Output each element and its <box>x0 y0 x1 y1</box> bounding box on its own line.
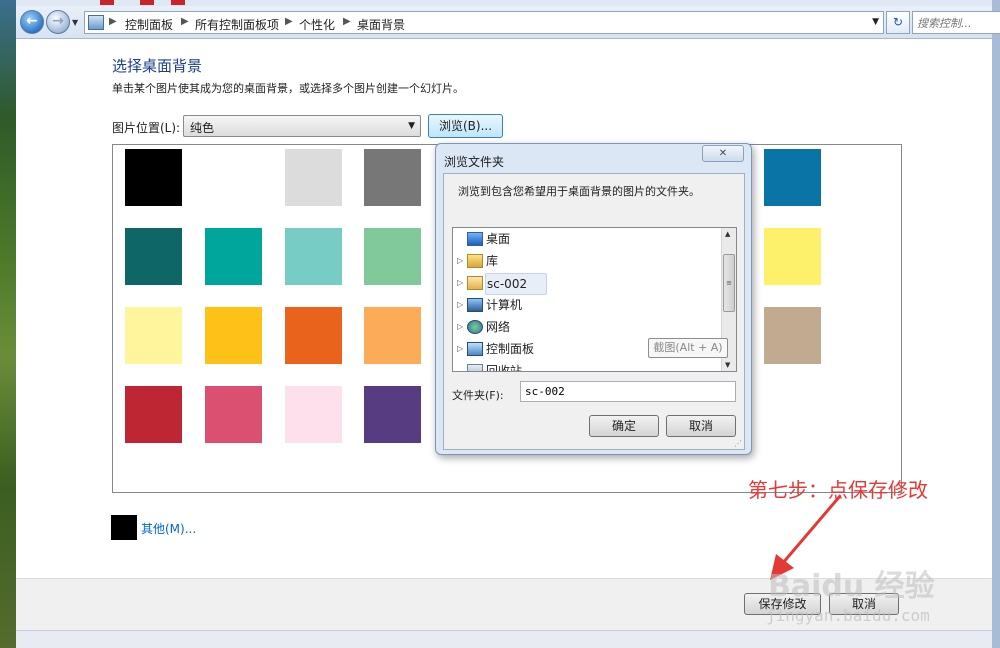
back-arrow-icon: ← <box>26 13 38 29</box>
chevron-down-icon: ▼ <box>408 121 415 131</box>
toolbar-icon <box>140 0 154 5</box>
toolbar-icon <box>100 0 114 5</box>
forward-button[interactable]: → <box>46 10 70 34</box>
screenshot-tooltip: 截图(Alt + A) <box>648 338 728 358</box>
tree-item-label: 库 <box>486 254 499 268</box>
tree-item-recycle-bin[interactable]: 回收站 <box>453 361 713 372</box>
tree-item-library[interactable]: ▷ 库 <box>453 251 713 271</box>
address-dropdown-icon[interactable]: ▼ <box>872 17 879 27</box>
color-swatch[interactable] <box>285 228 342 285</box>
tree-expander-icon[interactable]: ▷ <box>457 317 463 337</box>
tree-expander-icon[interactable]: ▷ <box>457 273 463 293</box>
watermark-url: jingyan.baidu.com <box>766 606 930 625</box>
scroll-up-icon[interactable]: ▲ <box>725 230 730 238</box>
color-swatch[interactable] <box>125 149 182 206</box>
user-folder-icon <box>467 276 483 290</box>
desktop-icon <box>467 232 483 246</box>
dialog-title: 浏览文件夹 <box>444 155 505 169</box>
dialog-body: 浏览到包含您希望用于桌面背景的图片的文件夹。 桌面 ▷ 库 ▷ sc-002 ▷… <box>443 173 745 450</box>
computer-icon <box>467 298 483 312</box>
tree-item-desktop[interactable]: 桌面 <box>453 229 713 249</box>
scrollbar-thumb[interactable]: ≡ <box>723 254 735 312</box>
page-title: 选择桌面背景 <box>112 57 203 75</box>
browse-button[interactable]: 浏览(B)... <box>428 114 503 138</box>
dialog-close-button[interactable]: ✕ <box>702 145 744 162</box>
tree-item-label: 网络 <box>486 320 511 334</box>
dialog-description: 浏览到包含您希望用于桌面背景的图片的文件夹。 <box>458 185 700 198</box>
color-swatch[interactable] <box>205 149 262 206</box>
breadcrumb-item[interactable]: 桌面背景 <box>357 16 405 33</box>
color-swatch[interactable] <box>285 149 342 206</box>
ok-button[interactable]: 确定 <box>589 415 659 437</box>
tree-expander-icon[interactable]: ▷ <box>457 251 463 271</box>
color-swatch[interactable] <box>285 307 342 364</box>
tree-item-label: sc-002 <box>485 273 547 295</box>
desktop-background-right <box>992 0 1000 648</box>
breadcrumb-separator-icon[interactable]: ▶ <box>343 16 351 27</box>
picture-location-value: 纯色 <box>190 121 215 135</box>
forward-arrow-icon: → <box>52 13 64 29</box>
tree-item-user-folder[interactable]: ▷ sc-002 <box>453 273 713 295</box>
color-swatch[interactable] <box>285 386 342 443</box>
color-swatch[interactable] <box>125 307 182 364</box>
folder-label: 文件夹(F): <box>452 389 504 402</box>
desktop-background-left <box>0 0 16 648</box>
color-swatch[interactable] <box>764 149 821 206</box>
breadcrumb-item[interactable]: 控制面板 <box>125 16 173 33</box>
folder-field[interactable] <box>520 381 736 402</box>
picture-location-select[interactable]: 纯色 ▼ <box>183 115 421 137</box>
color-swatch[interactable] <box>205 307 262 364</box>
page-description: 单击某个图片使其成为您的桌面背景，或选择多个图片创建一个幻灯片。 <box>112 82 464 95</box>
color-swatch[interactable] <box>125 386 182 443</box>
refresh-button[interactable]: ↻ <box>886 11 910 34</box>
tree-item-label: 控制面板 <box>486 342 535 356</box>
control-panel-icon <box>467 342 483 356</box>
color-swatch[interactable] <box>764 228 821 285</box>
status-bar <box>16 630 992 648</box>
color-swatch[interactable] <box>764 307 821 364</box>
color-swatch[interactable] <box>205 228 262 285</box>
breadcrumb-item[interactable]: 所有控制面板项 <box>195 16 279 33</box>
back-button[interactable]: ← <box>20 10 44 34</box>
toolbar-icon <box>171 0 185 5</box>
refresh-icon: ↻ <box>892 15 904 29</box>
network-icon <box>467 320 483 334</box>
scroll-down-icon[interactable]: ▼ <box>725 361 730 369</box>
browse-folder-dialog: 浏览文件夹 ✕ 浏览到包含您希望用于桌面背景的图片的文件夹。 桌面 ▷ 库 ▷ … <box>435 143 752 455</box>
tree-item-network[interactable]: ▷ 网络 <box>453 317 713 337</box>
search-box[interactable]: ⌕ <box>912 11 1000 34</box>
tree-expander-icon[interactable]: ▷ <box>457 339 463 359</box>
breadcrumb-separator-icon[interactable]: ▶ <box>181 16 189 27</box>
tree-item-label: 桌面 <box>486 232 511 246</box>
breadcrumb-item[interactable]: 个性化 <box>299 16 335 33</box>
tree-expander-icon[interactable]: ▷ <box>457 295 463 315</box>
close-icon: ✕ <box>718 148 728 159</box>
tree-item-computer[interactable]: ▷ 计算机 <box>453 295 713 315</box>
color-swatch[interactable] <box>125 228 182 285</box>
breadcrumb-separator-icon[interactable]: ▶ <box>285 16 293 27</box>
recycle-bin-icon <box>467 364 483 371</box>
color-swatch[interactable] <box>205 386 262 443</box>
color-swatch[interactable] <box>364 307 421 364</box>
recent-pages-dropdown-icon[interactable]: ▼ <box>72 18 78 27</box>
color-swatch[interactable] <box>364 386 421 443</box>
search-input[interactable] <box>917 15 991 31</box>
library-icon <box>467 254 483 268</box>
color-swatch[interactable] <box>364 228 421 285</box>
color-swatch[interactable] <box>364 149 421 206</box>
tree-item-label: 计算机 <box>486 298 523 312</box>
breadcrumb[interactable]: ▶ 控制面板 ▶ 所有控制面板项 ▶ 个性化 ▶ 桌面背景 ▼ <box>84 11 884 34</box>
tree-item-label: 回收站 <box>486 364 523 372</box>
address-bar: ← → ▼ ▶ 控制面板 ▶ 所有控制面板项 ▶ 个性化 ▶ 桌面背景 ▼ ↻ … <box>16 6 1000 39</box>
dialog-cancel-button[interactable]: 取消 <box>666 415 736 437</box>
resize-grip-icon[interactable]: ⋰ <box>734 439 742 448</box>
picture-location-label: 图片位置(L): <box>112 121 181 135</box>
more-color-swatch[interactable] <box>111 515 137 540</box>
breadcrumb-separator-icon: ▶ <box>109 16 117 27</box>
watermark-logo: Baidu 经验 <box>768 569 935 604</box>
more-colors-link[interactable]: 其他(M)... <box>141 520 196 537</box>
control-panel-icon <box>88 15 104 30</box>
